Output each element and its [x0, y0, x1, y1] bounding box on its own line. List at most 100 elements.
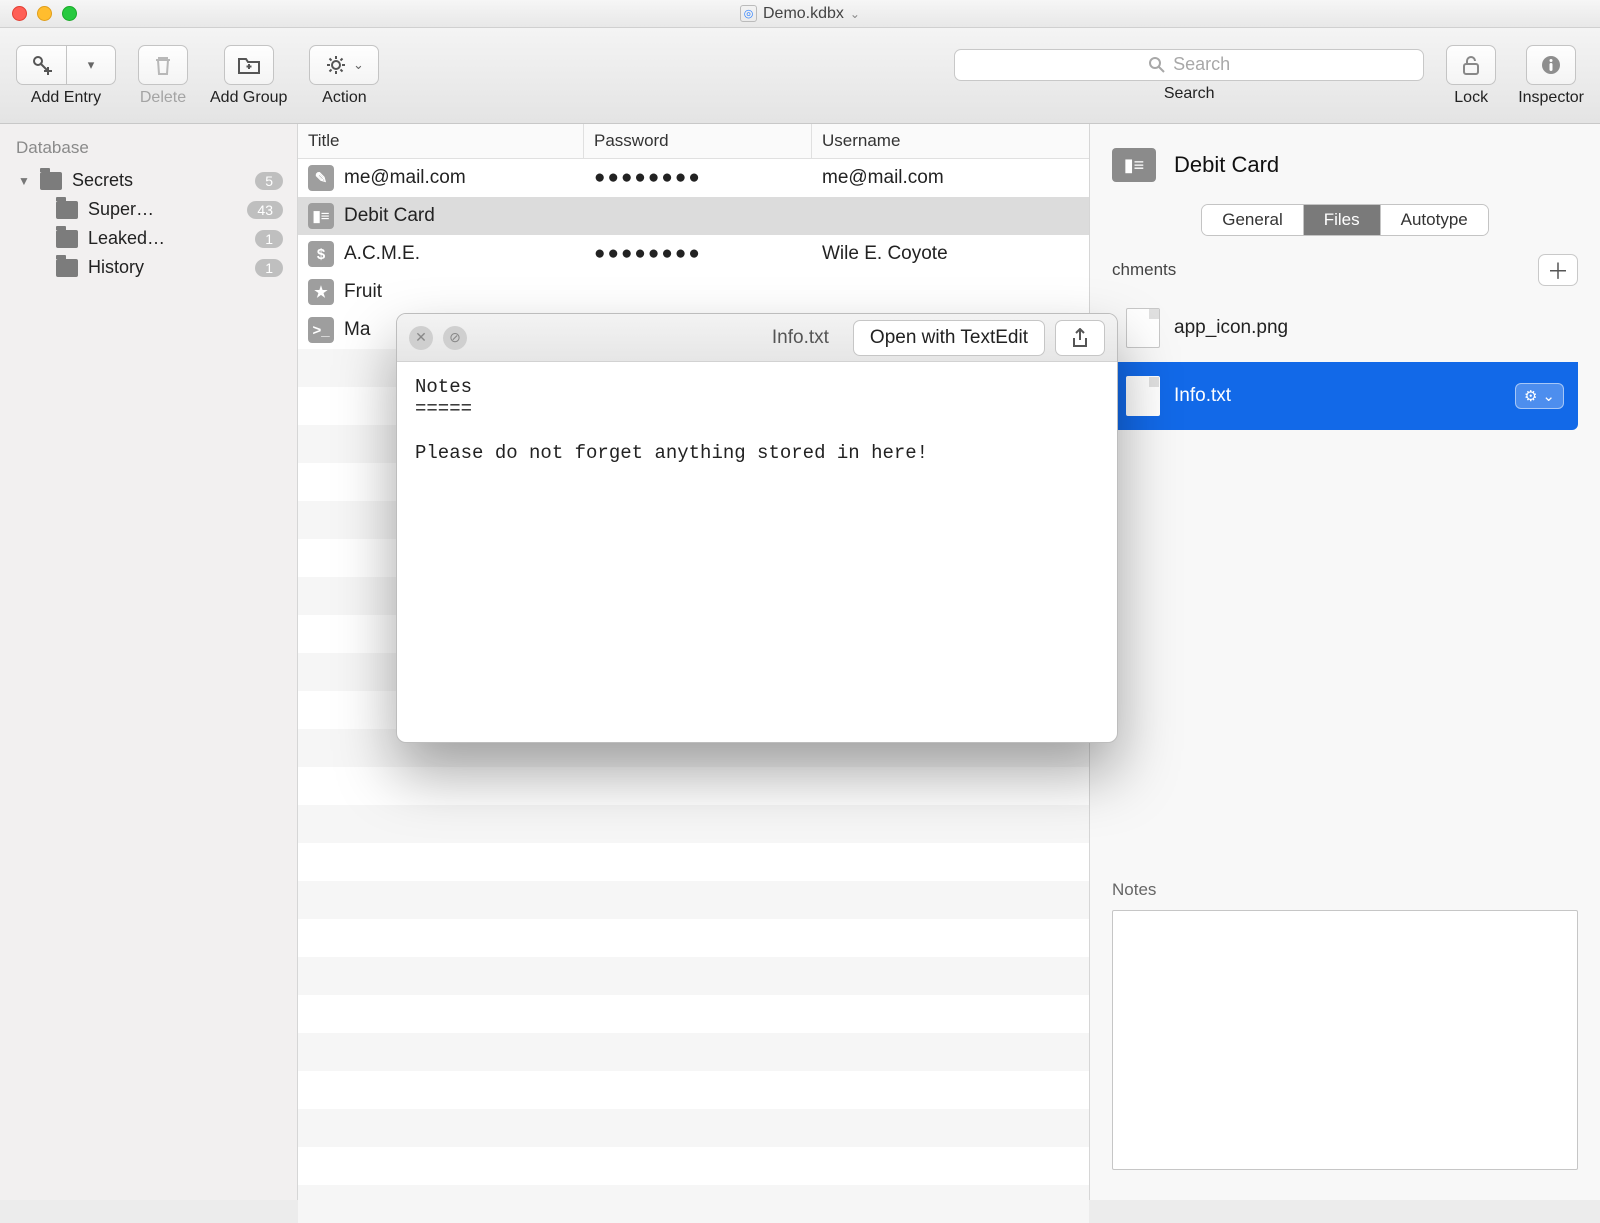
row-title: Debit Card	[344, 205, 435, 227]
row-username: me@mail.com	[812, 167, 1089, 189]
sidebar-item-leaked[interactable]: Leaked… 1	[0, 224, 297, 253]
tab-general[interactable]: General	[1202, 205, 1303, 235]
table-row[interactable]: $A.C.M.E. ●●●●●●●● Wile E. Coyote	[298, 235, 1089, 273]
delete-button[interactable]	[138, 45, 188, 85]
tab-files[interactable]: Files	[1304, 205, 1381, 235]
row-title: A.C.M.E.	[344, 243, 420, 265]
popover-toolbar: ✕ ⊘ Info.txt Open with TextEdit	[397, 314, 1117, 362]
inspector-button[interactable]	[1526, 45, 1576, 85]
attachments-section: chments ＋ app_icon.png Info.txt ⚙ ⌄	[1090, 250, 1600, 434]
search-placeholder: Search	[1173, 54, 1230, 75]
lock-label: Lock	[1454, 89, 1488, 107]
attachment-actions-button[interactable]: ⚙ ⌄	[1515, 383, 1564, 409]
card-icon: ▮≡	[1112, 148, 1156, 182]
column-header-username[interactable]: Username	[812, 124, 1089, 158]
delete-label: Delete	[140, 89, 186, 107]
open-with-button[interactable]: Open with TextEdit	[853, 320, 1045, 356]
add-attachment-button[interactable]: ＋	[1538, 254, 1578, 286]
star-icon: ★	[308, 279, 334, 305]
chevron-down-icon: ⌄	[1542, 387, 1555, 405]
add-group-group: Add Group	[210, 45, 287, 107]
pen-icon: ✎	[308, 165, 334, 191]
inspector-header: ▮≡ Debit Card	[1090, 124, 1600, 198]
inspector-title: Debit Card	[1174, 152, 1279, 178]
disclosure-triangle-icon[interactable]: ▼	[18, 174, 30, 188]
attachment-item[interactable]: app_icon.png	[1112, 294, 1578, 362]
attachment-name: Info.txt	[1174, 385, 1231, 407]
column-header-password[interactable]: Password	[584, 124, 812, 158]
trash-icon	[152, 54, 174, 76]
row-username: Wile E. Coyote	[812, 243, 1089, 265]
x-icon: ✕	[415, 329, 427, 346]
info-icon	[1540, 54, 1562, 76]
action-group: ⌄ Action	[309, 45, 379, 107]
popover-close-button[interactable]: ✕	[409, 326, 433, 350]
row-title: Fruit	[344, 281, 382, 303]
tab-autotype[interactable]: Autotype	[1381, 205, 1488, 235]
add-entry-menu-button[interactable]: ▾	[66, 45, 116, 85]
add-entry-button[interactable]	[16, 45, 66, 85]
action-button[interactable]: ⌄	[309, 45, 379, 85]
gear-icon	[325, 54, 347, 76]
inspector-label: Inspector	[1518, 89, 1584, 107]
sidebar-item-label: Leaked…	[88, 228, 165, 249]
folder-icon	[56, 201, 78, 219]
sidebar-item-label: Secrets	[72, 170, 133, 191]
popover-body: Notes ===== Please do not forget anythin…	[397, 362, 1117, 742]
add-entry-group: ▾ Add Entry	[16, 45, 116, 107]
search-label: Search	[1164, 85, 1215, 103]
column-header-title[interactable]: Title	[298, 124, 584, 158]
inspector-group: Inspector	[1518, 45, 1584, 107]
popover-disabled-button: ⊘	[443, 326, 467, 350]
zoom-window-icon[interactable]	[62, 6, 77, 21]
table-row[interactable]: ✎ me@mail.com ●●●●●●●● me@mail.com	[298, 159, 1089, 197]
card-icon: ▮≡	[308, 203, 334, 229]
table-row[interactable]: ★ Fruit	[298, 273, 1089, 311]
notes-section: Notes	[1090, 862, 1600, 1200]
sidebar-badge: 1	[255, 230, 283, 248]
terminal-icon: >_	[308, 317, 334, 343]
file-icon	[1126, 308, 1160, 348]
folder-icon	[40, 172, 62, 190]
sidebar-item-label: Super…	[88, 199, 154, 220]
sidebar-badge: 1	[255, 259, 283, 277]
delete-group: Delete	[138, 45, 188, 107]
sidebar-item-secrets[interactable]: ▼ Secrets 5	[0, 166, 297, 195]
folder-icon	[56, 230, 78, 248]
sidebar-item-history[interactable]: History 1	[0, 253, 297, 282]
attachments-label: chments	[1112, 260, 1176, 280]
document-title[interactable]: ◎ Demo.kdbx ⌄	[740, 5, 860, 23]
lock-button[interactable]	[1446, 45, 1496, 85]
add-entry-label: Add Entry	[31, 89, 101, 107]
action-label: Action	[322, 89, 366, 107]
attachment-item[interactable]: Info.txt ⚙ ⌄	[1112, 362, 1578, 430]
inspector-panel: ▮≡ Debit Card General Files Autotype chm…	[1090, 124, 1600, 1200]
toolbar: ▾ Add Entry Delete Add Group ⌄ Action Se…	[0, 28, 1600, 124]
minimize-window-icon[interactable]	[37, 6, 52, 21]
sidebar-item-super[interactable]: Super… 43	[0, 195, 297, 224]
dollar-icon: $	[308, 241, 334, 267]
row-title: Ma	[344, 319, 370, 341]
sidebar-badge: 43	[247, 201, 283, 219]
chevron-down-icon: ⌄	[353, 57, 364, 73]
file-icon	[1126, 376, 1160, 416]
share-button[interactable]	[1055, 320, 1105, 356]
gear-icon: ⚙	[1524, 387, 1537, 405]
notes-label: Notes	[1112, 880, 1578, 900]
document-icon: ◎	[740, 5, 757, 22]
notes-textarea[interactable]	[1112, 910, 1578, 1170]
search-input[interactable]: Search	[954, 49, 1424, 81]
row-title: me@mail.com	[344, 167, 466, 189]
close-window-icon[interactable]	[12, 6, 27, 21]
table-row[interactable]: ▮≡ Debit Card	[298, 197, 1089, 235]
nosign-icon: ⊘	[449, 329, 461, 346]
sidebar: Database ▼ Secrets 5 Super… 43 Leaked… 1…	[0, 124, 298, 1200]
plus-icon: ＋	[1547, 254, 1569, 286]
row-password: ●●●●●●●●	[584, 167, 812, 189]
inspector-tabs: General Files Autotype	[1090, 198, 1600, 250]
key-plus-icon	[30, 53, 54, 77]
sidebar-header: Database	[0, 134, 297, 166]
add-group-button[interactable]	[224, 45, 274, 85]
titlebar: ◎ Demo.kdbx ⌄	[0, 0, 1600, 28]
add-group-label: Add Group	[210, 89, 287, 107]
